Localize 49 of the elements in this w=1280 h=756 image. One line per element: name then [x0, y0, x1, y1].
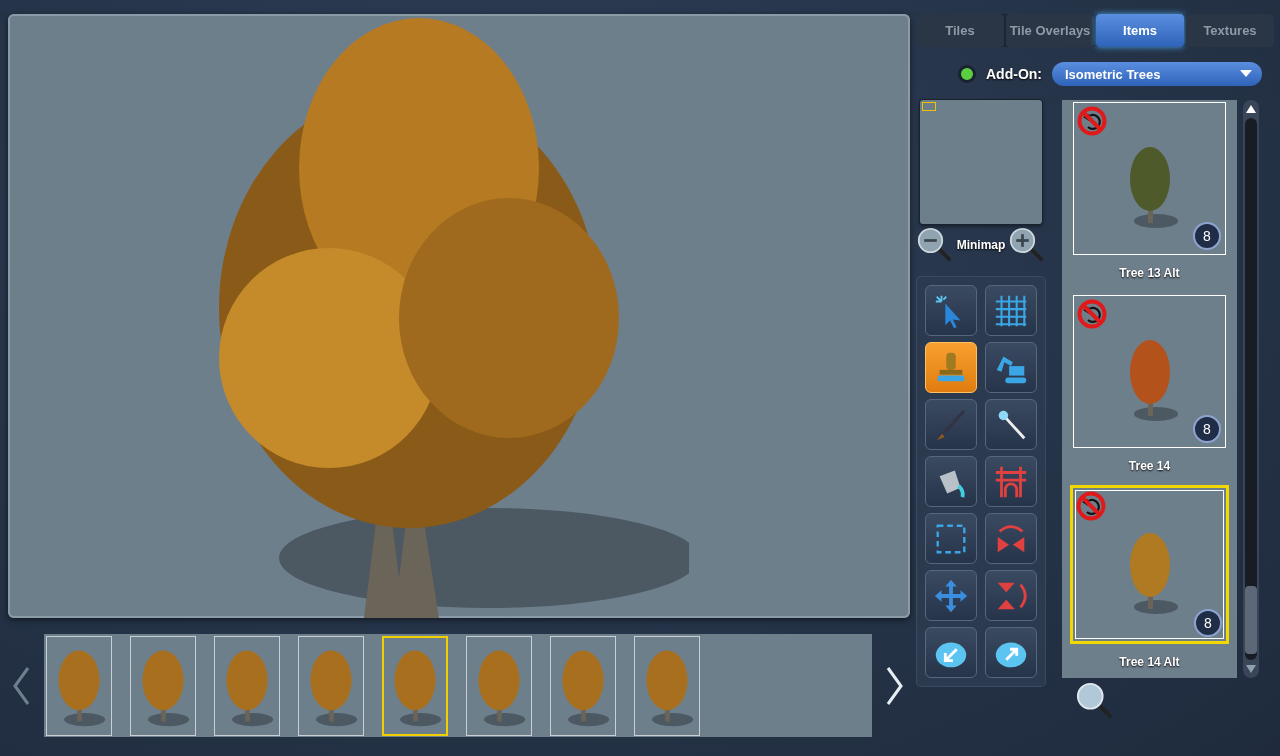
item-name: Tree 13 Alt	[1119, 266, 1180, 280]
minimap-label: Minimap	[956, 238, 1006, 252]
item-card[interactable]: 8	[1073, 102, 1226, 255]
tree-thumbnail[interactable]	[298, 635, 364, 736]
tree-thumbnail[interactable]	[382, 635, 448, 736]
tree-thumbnail[interactable]	[214, 635, 280, 736]
import-tool-button[interactable]	[925, 627, 977, 678]
excavator-tool-button[interactable]	[985, 342, 1037, 393]
wall-tool-button[interactable]	[985, 456, 1037, 507]
add-on-label: Add-On:	[986, 66, 1042, 82]
scroll-up-icon	[1246, 105, 1256, 113]
tree-thumbnail[interactable]	[130, 635, 196, 736]
scrollbar[interactable]	[1243, 100, 1259, 678]
flip-h-tool-button[interactable]	[985, 513, 1037, 564]
export-tool-button[interactable]	[985, 627, 1037, 678]
tab[interactable]: Tiles	[916, 14, 1004, 47]
select-tool-button[interactable]	[925, 285, 977, 336]
item-name: Tree 14	[1128, 459, 1171, 473]
item-card[interactable]: 8	[1070, 485, 1229, 644]
tree-thumbnail[interactable]	[466, 635, 532, 736]
flip-v-tool-button[interactable]	[985, 570, 1037, 621]
wand-tool-button[interactable]	[985, 399, 1037, 450]
zoom-in-button[interactable]	[1009, 227, 1046, 263]
zoom-out-button[interactable]	[916, 227, 953, 263]
no-rotate-icon	[1076, 491, 1106, 521]
fill-tool-button[interactable]	[925, 456, 977, 507]
marquee-tool-button[interactable]	[925, 513, 977, 564]
no-rotate-icon	[1077, 106, 1107, 136]
tab[interactable]: Textures	[1186, 14, 1274, 47]
stamp-tool-button[interactable]	[925, 342, 977, 393]
tab[interactable]: Items	[1096, 14, 1184, 47]
grid-tool-button[interactable]	[985, 285, 1037, 336]
count-badge: 8	[1194, 609, 1222, 637]
scroll-down-icon	[1246, 665, 1256, 673]
move-tool-button[interactable]	[925, 570, 977, 621]
scroll-thumb[interactable]	[1245, 586, 1257, 654]
viewport-marker	[922, 102, 936, 111]
no-rotate-icon	[1077, 299, 1107, 329]
item-card[interactable]: 8	[1073, 295, 1226, 448]
count-badge: 8	[1193, 222, 1221, 250]
search-button[interactable]	[1076, 682, 1114, 720]
tree-thumbnail[interactable]	[634, 635, 700, 736]
add-on-dropdown[interactable]: Isometric Trees	[1052, 62, 1262, 86]
tab[interactable]: Tile Overlays	[1006, 14, 1094, 47]
count-badge: 8	[1193, 415, 1221, 443]
tree-thumbnail[interactable]	[46, 635, 112, 736]
item-name: Tree 14 Alt	[1119, 655, 1180, 669]
tree-thumbnail[interactable]	[550, 635, 616, 736]
caret-icon	[1240, 70, 1252, 78]
